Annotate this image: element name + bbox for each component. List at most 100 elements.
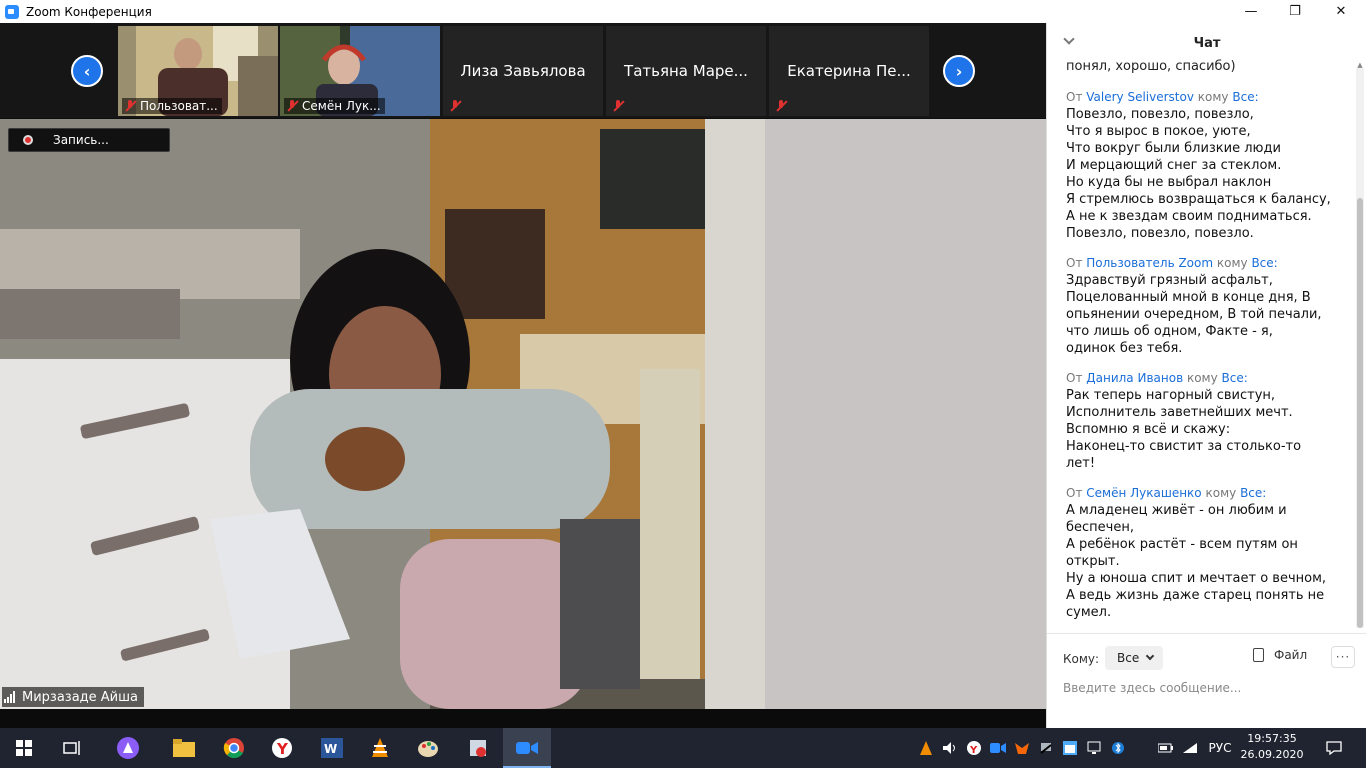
prev-page-button[interactable]: ‹ — [71, 55, 103, 87]
chrome-icon[interactable] — [210, 728, 258, 768]
chat-message: От Valery Seliverstov кому Все: Повезло,… — [1066, 89, 1356, 242]
sender-name[interactable]: Семён Лукашенко — [1086, 486, 1201, 500]
chat-message: От Данила Иванов кому Все: Рак теперь на… — [1066, 370, 1356, 472]
svg-text:W: W — [324, 742, 337, 756]
record-icon — [23, 135, 33, 145]
to-label: Кому: — [1063, 652, 1100, 666]
vlc-icon[interactable] — [356, 728, 404, 768]
firefox-tray-icon[interactable] — [1012, 728, 1032, 768]
mic-muted-icon — [612, 100, 624, 112]
participant-label: Пользоват... — [122, 98, 222, 114]
message-header: От Семён Лукашенко кому Все: — [1066, 486, 1267, 500]
chat-title: Чат — [1193, 35, 1221, 51]
participant-tile[interactable]: Лиза Завьялова — [443, 26, 603, 116]
taskbar: Y W Y РУС 19:57:35 26.09.2020 — [0, 728, 1366, 768]
mic-muted-icon — [124, 100, 136, 112]
minimize-button[interactable]: — — [1228, 0, 1274, 23]
app-icon[interactable] — [454, 728, 502, 768]
chat-messages[interactable]: понял, хорошо, спасибо) От Valery Selive… — [1047, 59, 1366, 637]
recording-indicator[interactable]: Запись... — [8, 128, 170, 152]
zoom-logo-icon — [5, 4, 19, 19]
message-text: А младенец живёт - он любим и беспечен, … — [1066, 503, 1327, 620]
notifications-icon[interactable] — [1320, 728, 1348, 768]
sender-name[interactable]: Пользователь Zoom — [1086, 256, 1213, 270]
bluetooth-icon[interactable] — [1108, 728, 1128, 768]
active-speaker-video — [0, 119, 1046, 709]
message-header: От Данила Иванов кому Все: — [1066, 371, 1248, 385]
recipient-name: Все: — [1232, 90, 1259, 104]
recipient-name: Все: — [1240, 486, 1267, 500]
chevron-left-icon: ‹ — [83, 61, 91, 81]
participant-label — [773, 98, 795, 114]
tray-app-icon[interactable] — [1036, 728, 1056, 768]
recipient-value: Все — [1117, 651, 1140, 665]
chat-panel: Чат понял, хорошо, спасибо) От Valery Se… — [1046, 23, 1366, 728]
recipient-select[interactable]: Все — [1105, 646, 1163, 670]
recipient-name: Все: — [1221, 371, 1248, 385]
video-area: ‹ Пользоват... Семён Лук... Лиза Завьяло… — [0, 23, 1046, 728]
wifi-icon[interactable] — [1180, 728, 1200, 768]
svg-text:Y: Y — [276, 740, 289, 758]
participant-name: Семён Лук... — [302, 99, 381, 113]
speaker-label: Мирзазаде Айша — [2, 687, 144, 707]
chat-message: От Семён Лукашенко кому Все: А младенец … — [1066, 485, 1356, 621]
paint-icon[interactable] — [404, 728, 452, 768]
mic-muted-icon — [449, 100, 461, 112]
recipient-name: Все: — [1251, 256, 1278, 270]
speaker-video-frame — [0, 119, 1046, 709]
speaker-name: Мирзазаде Айша — [22, 689, 138, 705]
yandex-browser-icon[interactable]: Y — [258, 728, 306, 768]
close-button[interactable]: ✕ — [1318, 0, 1364, 23]
video-bottom-band — [0, 709, 1046, 728]
zoom-window: Zoom Конференция — ❐ ✕ ‹ Пользоват... Се… — [0, 0, 1366, 768]
scrollbar-thumb[interactable] — [1357, 198, 1363, 628]
chevron-right-icon: › — [955, 61, 963, 81]
sender-name[interactable]: Valery Seliverstov — [1086, 90, 1194, 104]
volume-icon[interactable] — [940, 728, 960, 768]
message-header: От Пользователь Zoom кому Все: — [1066, 256, 1278, 270]
mic-muted-icon — [286, 100, 298, 112]
file-label: Файл — [1274, 648, 1308, 662]
calendar-tray-icon[interactable] — [1060, 728, 1080, 768]
battery-icon[interactable] — [1156, 728, 1176, 768]
participant-tile[interactable]: Пользоват... — [118, 26, 278, 116]
participant-tile[interactable]: Семён Лук... — [280, 26, 440, 116]
file-button[interactable]: Файл — [1253, 648, 1307, 662]
language-indicator[interactable]: РУС — [1206, 728, 1234, 768]
message-header: От Valery Seliverstov кому Все: — [1066, 90, 1259, 104]
message-text: Рак теперь нагорный свистун, Исполнитель… — [1066, 388, 1302, 471]
alice-icon[interactable] — [104, 728, 152, 768]
gallery-strip: ‹ Пользоват... Семён Лук... Лиза Завьяло… — [0, 23, 1046, 118]
network-tray-icon[interactable] — [1084, 728, 1104, 768]
participant-label: Семён Лук... — [284, 98, 385, 114]
chevron-down-icon[interactable] — [1063, 33, 1075, 45]
next-page-button[interactable]: › — [943, 55, 975, 87]
message-input[interactable] — [1063, 678, 1353, 698]
window-title: Zoom Конференция — [26, 4, 152, 19]
title-bar: Zoom Конференция — ❐ ✕ — [0, 0, 1366, 23]
zoom-tray-icon[interactable] — [988, 728, 1008, 768]
chevron-down-icon — [1145, 651, 1155, 661]
maximize-button[interactable]: ❐ — [1272, 0, 1318, 23]
yandex-tray-icon[interactable]: Y — [964, 728, 984, 768]
word-icon[interactable]: W — [308, 728, 356, 768]
zoom-icon[interactable] — [503, 728, 551, 768]
more-options-button[interactable]: ··· — [1331, 646, 1355, 668]
sender-name[interactable]: Данила Иванов — [1086, 371, 1183, 385]
chat-message: От Пользователь Zoom кому Все: Здравству… — [1066, 255, 1356, 357]
system-clock[interactable]: 19:57:35 26.09.2020 — [1238, 731, 1306, 763]
clock-time: 19:57:35 — [1247, 732, 1297, 745]
signal-bars-icon — [4, 691, 16, 703]
chat-scrollbar[interactable] — [1356, 68, 1364, 628]
chat-footer: Кому: Все Файл ··· — [1047, 633, 1366, 728]
chat-message-partial: понял, хорошо, спасибо) — [1066, 59, 1236, 74]
participant-label — [447, 98, 469, 114]
clock-date: 26.09.2020 — [1240, 748, 1304, 761]
start-icon[interactable] — [0, 728, 48, 768]
participant-tile[interactable]: Татьяна Маре... — [606, 26, 766, 116]
participant-tile[interactable]: Екатерина Пе... — [769, 26, 929, 116]
file-explorer-icon[interactable] — [160, 728, 208, 768]
task-view-icon[interactable] — [48, 728, 96, 768]
file-icon — [1253, 648, 1264, 662]
vlc-tray-icon[interactable] — [916, 728, 936, 768]
